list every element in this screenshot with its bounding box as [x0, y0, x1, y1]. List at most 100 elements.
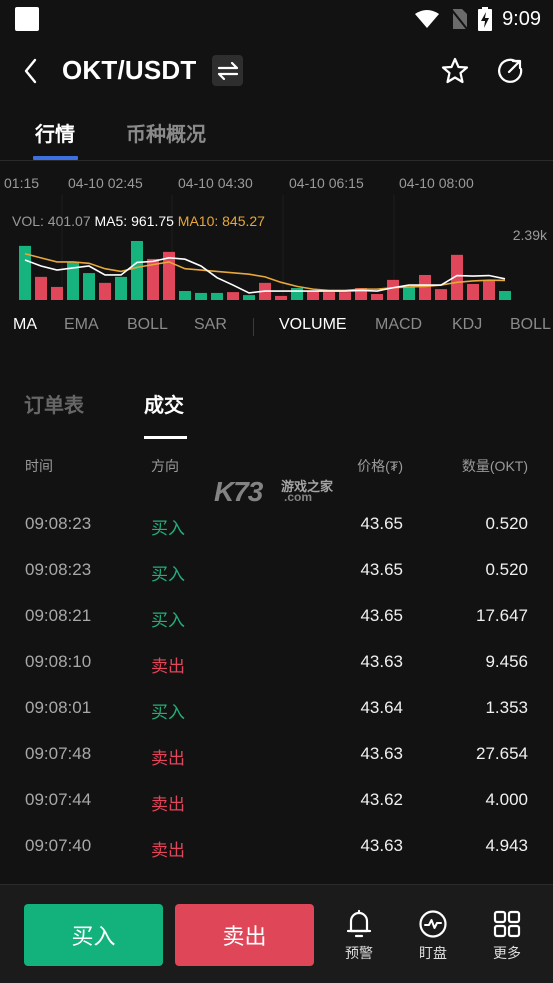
- more-button[interactable]: 更多: [482, 909, 532, 965]
- volume-bar: [435, 289, 447, 300]
- trades-header: 时间 方向 价格(₮) 数量(OKT): [0, 456, 553, 476]
- trade-qty: 4.943: [485, 836, 528, 855]
- trades-list: 09:08:23 买入 43.65 0.520 09:08:23 买入 43.65 0.520…: [0, 506, 553, 874]
- indicator-ma[interactable]: MA: [13, 316, 37, 334]
- status-time: 9:09: [502, 7, 541, 30]
- indicator-boll-sub[interactable]: BOLL: [510, 316, 551, 334]
- trade-qty: 0.520: [485, 514, 528, 533]
- trade-row: 09:07:40 卖出 43.63 4.943: [0, 828, 553, 874]
- watermark: K73 游戏之家 .com: [214, 474, 344, 507]
- volume-bar: [227, 292, 239, 300]
- trade-price: 43.65: [360, 514, 403, 533]
- legend-ma5: MA5: 961.75: [94, 213, 174, 229]
- trade-row: 09:08:21 买入 43.65 17.647: [0, 598, 553, 644]
- indicator-kdj[interactable]: KDJ: [452, 316, 482, 334]
- trade-row: 09:08:01 买入 43.64 1.353: [0, 690, 553, 736]
- indicator-sar[interactable]: SAR: [194, 316, 227, 334]
- volume-bar: [35, 276, 47, 300]
- volume-bar: [115, 276, 127, 300]
- trade-qty: 1.353: [485, 698, 528, 717]
- trade-side: 买入: [151, 611, 185, 630]
- trade-side: 买入: [151, 565, 185, 584]
- favorite-button[interactable]: [440, 56, 470, 86]
- trade-row: 09:08:23 买入 43.65 0.520: [0, 506, 553, 552]
- volume-bar: [387, 279, 399, 300]
- trade-time: 09:08:21: [25, 606, 92, 625]
- trade-time: 09:07:40: [25, 836, 92, 855]
- swap-arrows-icon: [217, 61, 238, 80]
- volume-bar: [307, 291, 319, 300]
- trade-price: 43.63: [360, 836, 403, 855]
- trade-row: 09:08:23 买入 43.65 0.520: [0, 552, 553, 598]
- indicator-boll[interactable]: BOLL: [127, 316, 168, 334]
- indicator-ema[interactable]: EMA: [64, 316, 99, 334]
- tab-coin-overview[interactable]: 币种概况: [126, 118, 206, 147]
- trade-side: 卖出: [151, 749, 185, 768]
- watermark-domain: .com: [284, 490, 313, 504]
- volume-bar: [371, 294, 383, 300]
- trade-time: 09:08:23: [25, 514, 92, 533]
- main-tabs: 行情 币种概况: [0, 110, 553, 161]
- pulse-monitor-icon: [419, 910, 447, 938]
- chevron-left-icon: [24, 58, 37, 84]
- volume-bar: [195, 292, 207, 300]
- indicator-divider: [253, 318, 254, 336]
- header-price: 价格(₮): [357, 458, 403, 474]
- grid-more-icon: [493, 910, 521, 938]
- share-refresh-icon: [498, 58, 523, 83]
- volume-bar: [403, 286, 415, 300]
- sub-tabs: 订单表 成交: [0, 385, 553, 445]
- trade-row: 09:07:44 卖出 43.62 4.000: [0, 782, 553, 828]
- trade-qty: 17.647: [476, 606, 528, 625]
- status-bar: 9:09: [0, 0, 553, 38]
- time-tick: 04-10 02:45: [68, 175, 143, 191]
- trade-price: 43.65: [360, 606, 403, 625]
- alert-button[interactable]: 预警: [334, 909, 384, 965]
- indicator-macd[interactable]: MACD: [375, 316, 422, 334]
- trade-row: 09:08:10 卖出 43.63 9.456: [0, 644, 553, 690]
- share-button[interactable]: [495, 56, 525, 86]
- swap-pair-button[interactable]: [212, 55, 243, 86]
- star-icon: [441, 57, 469, 84]
- trade-price: 43.64: [360, 698, 403, 717]
- tab-order-book[interactable]: 订单表: [24, 389, 84, 418]
- indicator-volume[interactable]: VOLUME: [279, 316, 347, 334]
- trade-side: 卖出: [151, 795, 185, 814]
- buy-button[interactable]: 买入: [24, 904, 163, 966]
- pair-title[interactable]: OKT/USDT: [62, 55, 196, 86]
- time-axis: 01:15 04-10 02:45 04-10 04:30 04-10 06:1…: [0, 175, 553, 195]
- time-tick: 04-10 04:30: [178, 175, 253, 191]
- trade-side: 买入: [151, 519, 185, 538]
- volume-chart[interactable]: [0, 195, 553, 305]
- volume-bar: [131, 240, 143, 300]
- more-label: 更多: [493, 945, 521, 961]
- back-button[interactable]: [18, 56, 46, 86]
- indicator-tabs: MA EMA BOLL SAR VOLUME MACD KDJ BOLL: [0, 314, 553, 340]
- bottom-action-bar: 买入 卖出 预警 盯盘 更多: [0, 884, 553, 983]
- volume-bar: [51, 286, 63, 300]
- volume-bar: [339, 292, 351, 300]
- sub-tab-active-indicator: [144, 436, 187, 439]
- watch-label: 盯盘: [419, 945, 447, 961]
- header-time: 时间: [25, 458, 53, 474]
- notification-square-icon: [15, 7, 39, 31]
- trade-row: 09:07:48 卖出 43.63 27.654: [0, 736, 553, 782]
- trade-qty: 27.654: [476, 744, 528, 763]
- volume-bar: [179, 291, 191, 300]
- tab-active-indicator: [33, 156, 78, 160]
- sell-button[interactable]: 卖出: [175, 904, 314, 966]
- bell-icon: [346, 909, 372, 938]
- trade-time: 09:08:10: [25, 652, 92, 671]
- trade-price: 43.65: [360, 560, 403, 579]
- status-icons: 9:09: [414, 6, 541, 32]
- header: OKT/USDT: [0, 44, 553, 98]
- tab-trades[interactable]: 成交: [144, 389, 184, 418]
- watch-button[interactable]: 盯盘: [408, 909, 458, 965]
- tab-market[interactable]: 行情: [35, 118, 75, 147]
- legend-vol: VOL: 401.07: [12, 213, 91, 229]
- volume-bar: [467, 283, 479, 300]
- volume-bar: [323, 292, 335, 300]
- trade-price: 43.63: [360, 744, 403, 763]
- header-qty: 数量(OKT): [461, 458, 528, 474]
- trade-qty: 0.520: [485, 560, 528, 579]
